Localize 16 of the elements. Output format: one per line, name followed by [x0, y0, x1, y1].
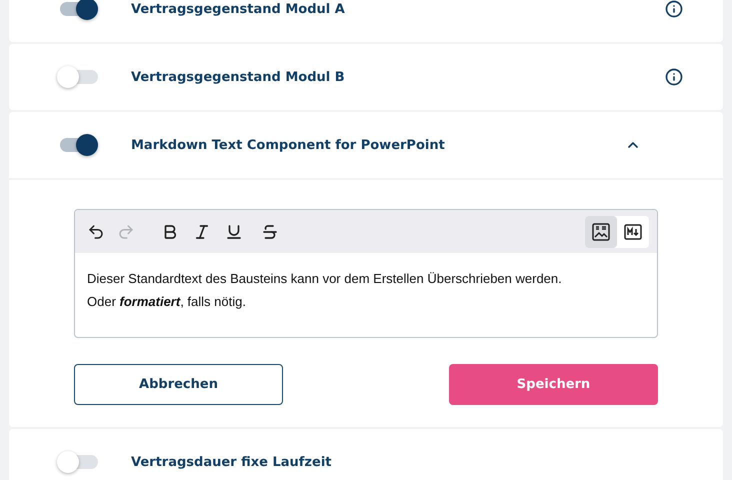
- module-title: Vertragsgegenstand Modul A: [131, 2, 346, 16]
- redo-icon: [117, 222, 135, 240]
- cancel-button[interactable]: Abbrechen: [74, 364, 283, 405]
- info-icon[interactable]: [665, 68, 683, 86]
- undo-icon: [87, 222, 105, 240]
- markdown-icon: [623, 222, 643, 242]
- text-editor[interactable]: Dieser Standardtext des Bausteins kann vor dem Erstellen Überschrieben werden. Oder formatiert, falls nötig.: [74, 209, 658, 338]
- editor-paragraph: Oder formatiert, falls nötig.: [87, 293, 247, 311]
- view-mode-button[interactable]: [585, 216, 617, 248]
- save-button[interactable]: Speichern: [449, 364, 658, 405]
- module-title: Markdown Text Component for PowerPoint: [131, 138, 446, 152]
- info-icon[interactable]: [665, 0, 683, 18]
- editor-paragraph: Dieser Standardtext des Bausteins kann vor dem Erstellen Überschrieben werden.: [87, 270, 563, 288]
- module-title: Vertragsdauer fixe Laufzeit: [131, 454, 332, 470]
- image-text-icon: [591, 222, 611, 242]
- module-title: Vertragsgegenstand Modul B: [131, 70, 346, 84]
